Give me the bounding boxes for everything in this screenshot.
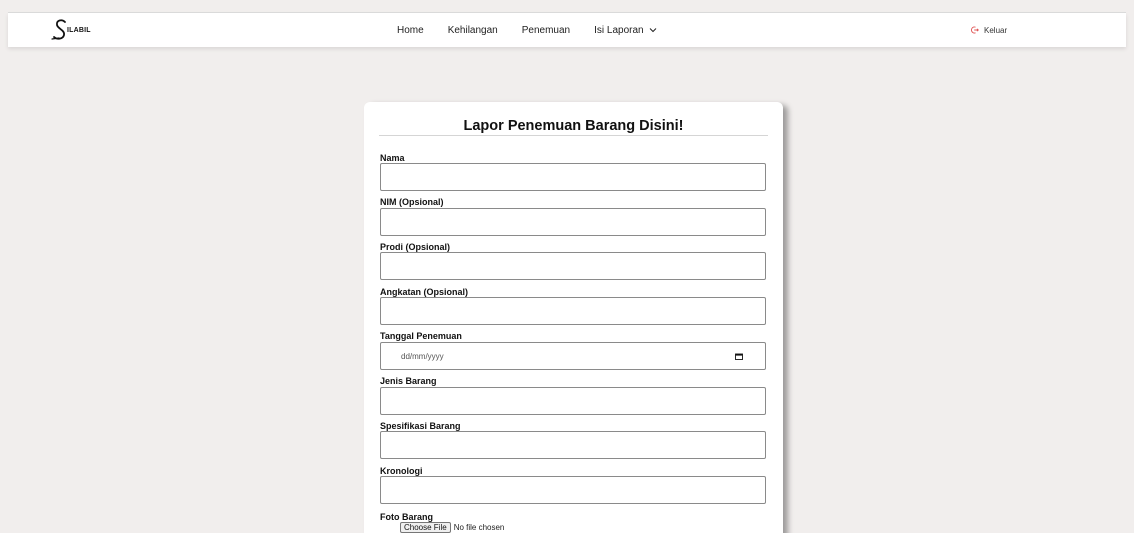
- label-foto-barang: Foto Barang: [380, 512, 433, 522]
- report-form-card: Lapor Penemuan Barang Disini! Nama NIM (…: [364, 102, 783, 533]
- logout-link[interactable]: Keluar: [971, 13, 1007, 47]
- title-divider: [379, 135, 768, 136]
- jenis-barang-input[interactable]: [380, 387, 766, 415]
- label-nama: Nama: [380, 153, 405, 163]
- nav-home[interactable]: Home: [397, 25, 424, 36]
- label-prodi: Prodi (Opsional): [380, 242, 451, 252]
- nav-kehilangan[interactable]: Kehilangan: [448, 25, 498, 36]
- label-jenis-barang: Jenis Barang: [380, 376, 437, 386]
- navbar: ILABIL Home Kehilangan Penemuan Isi Lapo…: [8, 13, 1126, 47]
- logo-text: ILABIL: [67, 27, 91, 34]
- logout-icon: [971, 26, 979, 34]
- date-placeholder: dd/mm/yyyy: [401, 351, 444, 361]
- nim-input[interactable]: [380, 208, 766, 236]
- choose-file-button[interactable]: Choose File: [400, 522, 451, 533]
- label-nim: NIM (Opsional): [380, 197, 444, 207]
- main-nav: Home Kehilangan Penemuan Isi Laporan: [397, 13, 657, 47]
- nama-input[interactable]: [380, 163, 766, 191]
- label-spesifikasi-barang: Spesifikasi Barang: [380, 421, 461, 431]
- logout-label: Keluar: [984, 25, 1008, 35]
- label-angkatan: Angkatan (Opsional): [380, 287, 469, 297]
- nav-isi-laporan-label: Isi Laporan: [594, 24, 644, 36]
- spesifikasi-barang-input[interactable]: [380, 431, 766, 459]
- form-title: Lapor Penemuan Barang Disini!: [463, 118, 684, 134]
- chevron-down-icon: [649, 28, 656, 33]
- label-tanggal-penemuan: Tanggal Penemuan: [380, 331, 462, 341]
- file-status: No file chosen: [453, 523, 505, 532]
- nav-isi-laporan-dropdown[interactable]: Isi Laporan: [594, 25, 656, 36]
- nav-penemuan[interactable]: Penemuan: [522, 25, 570, 36]
- prodi-input[interactable]: [380, 252, 766, 280]
- tanggal-penemuan-date-input[interactable]: dd/mm/yyyy: [380, 342, 766, 370]
- calendar-icon[interactable]: [735, 353, 743, 360]
- angkatan-input[interactable]: [380, 297, 766, 325]
- kronologi-input[interactable]: [380, 476, 766, 504]
- label-kronologi: Kronologi: [380, 466, 423, 476]
- brand-logo[interactable]: ILABIL: [51, 18, 91, 42]
- foto-barang-file-input: Choose File No file chosen: [400, 522, 504, 533]
